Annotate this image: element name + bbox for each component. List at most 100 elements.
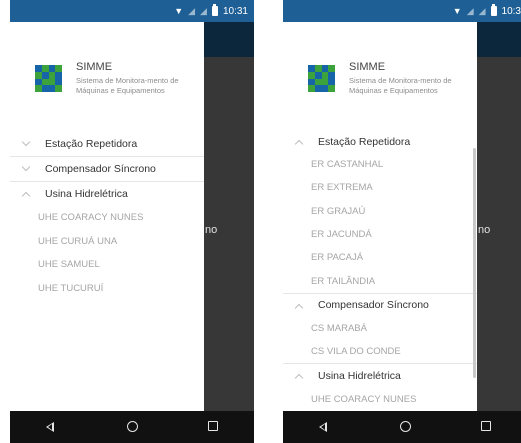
signal-icon: ◢ — [200, 6, 207, 16]
logo-tile — [48, 71, 56, 79]
phone-screen-right: ▼ ◢ ◢ 10:3 no SIMME Sistema de Monitora-… — [283, 0, 521, 443]
logo-tile — [314, 71, 322, 79]
logo-tile — [48, 65, 56, 72]
menu-group-label: Compensador Síncrono — [318, 299, 429, 312]
logo-tile — [328, 65, 335, 72]
drawer-menu: Estação Repetidora Compensador Síncrono Us… — [10, 132, 204, 300]
simme-logo-icon — [35, 65, 62, 92]
logo-tile — [328, 85, 335, 92]
logo-tile — [321, 85, 329, 92]
menu-group-label: Usina Hidrelétrica — [318, 369, 401, 382]
status-bar: ▼ ◢ ◢ 10:3 — [283, 0, 521, 22]
navigation-drawer: SIMME Sistema de Monitora-mento de Máqui… — [10, 22, 204, 411]
menu-group[interactable]: Compensador Síncrono — [283, 292, 477, 317]
wifi-icon: ▼ — [174, 6, 184, 16]
system-nav-bar — [283, 411, 521, 443]
app-title: SIMME — [76, 61, 113, 73]
logo-tile — [314, 78, 322, 86]
recents-icon — [208, 421, 219, 431]
drawer-header: SIMME Sistema de Monitora-mento de Máqui… — [283, 22, 477, 118]
home-icon — [126, 421, 138, 432]
background-content-text: no — [205, 224, 218, 236]
back-icon — [318, 422, 327, 432]
app-title: SIMME — [349, 61, 386, 73]
menu-group[interactable]: Estação Repetidora — [10, 132, 204, 156]
recents-button[interactable] — [193, 411, 233, 443]
back-button[interactable] — [31, 411, 71, 443]
wifi-icon: ▼ — [452, 6, 462, 16]
logo-tile — [308, 65, 315, 72]
menu-item[interactable]: ER PACAJÁ — [283, 246, 477, 269]
status-time: 10:3 — [501, 5, 521, 17]
logo-tile — [55, 78, 62, 86]
menu-group-label: Compensador Síncrono — [45, 163, 156, 175]
menu-group-label: Estação Repetidora — [318, 135, 411, 148]
chevron-up-icon — [294, 303, 304, 313]
signal-icon: ◢ — [478, 6, 486, 16]
logo-tile — [55, 65, 62, 72]
logo-tile — [55, 71, 62, 79]
app-subtitle: Sistema de Monitora-mento de Máquinas e … — [76, 76, 179, 95]
recents-button[interactable] — [466, 411, 506, 443]
logo-tile — [314, 85, 322, 92]
battery-icon — [211, 4, 218, 16]
menu-group[interactable]: Compensador Síncrono — [10, 156, 204, 181]
menu-item[interactable]: UHE TUCURUÍ — [10, 277, 204, 301]
chevron-up-icon — [21, 191, 31, 201]
background-content-text: no — [478, 224, 491, 236]
menu-group-label: Usina Hidrelétrica — [45, 188, 128, 200]
logo-tile — [308, 78, 315, 86]
chevron-down-icon — [21, 137, 31, 147]
signal-icon: ◢ — [188, 6, 196, 16]
menu-item[interactable]: ER TAILÂNDIA — [283, 269, 477, 292]
menu-item[interactable]: ER GRAJAÚ — [283, 200, 477, 223]
home-button[interactable] — [385, 411, 425, 443]
menu-item[interactable]: UHE SAMUEL — [10, 253, 204, 277]
logo-tile — [35, 85, 42, 92]
logo-tile — [314, 65, 322, 72]
menu-group[interactable]: Usina Hidrelétrica — [10, 181, 204, 206]
simme-logo-icon — [308, 65, 335, 92]
menu-item[interactable]: CS MARABÁ — [283, 317, 477, 340]
logo-tile — [321, 65, 329, 72]
drawer-scrollbar[interactable] — [473, 148, 476, 378]
status-bar: ▼ ◢ ◢ 10:31 — [10, 0, 254, 22]
logo-tile — [308, 71, 315, 79]
home-icon — [399, 421, 411, 432]
navigation-drawer: SIMME Sistema de Monitora-mento de Máqui… — [283, 22, 477, 411]
logo-tile — [321, 71, 329, 79]
app-subtitle: Sistema de Monitora-mento de Máquinas e … — [349, 76, 452, 95]
menu-group[interactable]: Estação Repetidora — [283, 130, 477, 153]
menu-item[interactable]: ER EXTREMA — [283, 176, 477, 199]
logo-tile — [41, 78, 49, 86]
logo-tile — [35, 65, 42, 72]
back-icon — [45, 422, 54, 432]
menu-group[interactable]: Usina Hidrelétrica — [283, 363, 477, 387]
menu-group-label: Estação Repetidora — [45, 138, 138, 150]
menu-item[interactable]: UHE CURUÁ UNA — [10, 230, 204, 254]
logo-tile — [41, 85, 49, 92]
menu-item[interactable]: CS VILA DO CONDE — [283, 340, 477, 363]
logo-tile — [48, 78, 56, 86]
logo-tile — [41, 65, 49, 72]
logo-tile — [55, 85, 62, 92]
menu-item[interactable]: UHE COARACY NUNES — [10, 206, 204, 230]
home-button[interactable] — [112, 411, 152, 443]
drawer-header: SIMME Sistema de Monitora-mento de Máqui… — [10, 22, 204, 118]
chevron-down-icon — [21, 162, 31, 172]
chevron-up-icon — [294, 374, 304, 383]
logo-tile — [41, 71, 49, 79]
back-button[interactable] — [304, 411, 344, 443]
signal-icon: ◢ — [466, 6, 474, 16]
logo-tile — [328, 71, 335, 79]
menu-item[interactable]: ER JACUNDÁ — [283, 223, 477, 246]
chevron-up-icon — [294, 139, 304, 149]
menu-item[interactable]: ER CASTANHAL — [283, 153, 477, 176]
logo-tile — [48, 85, 56, 92]
phone-screen-left: ▼ ◢ ◢ 10:31 no SIMME Sistema de Monitora… — [10, 0, 254, 443]
logo-tile — [328, 78, 335, 86]
logo-tile — [35, 71, 42, 79]
recents-icon — [481, 421, 492, 431]
menu-item[interactable]: UHE COARACY NUNES — [283, 387, 477, 410]
battery-icon — [490, 4, 497, 16]
